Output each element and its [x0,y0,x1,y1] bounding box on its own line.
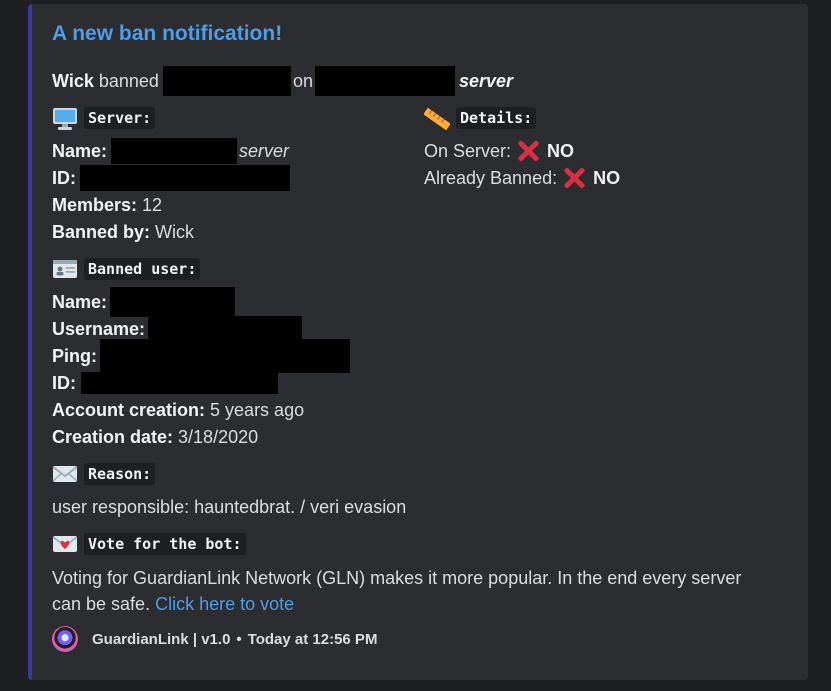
account-creation-value: 5 years ago [210,400,305,420]
redacted-ping [100,339,350,373]
redacted-banned-user-name [110,287,236,317]
server-heading: Server: [52,107,156,130]
banned-user-name-label: Name: [52,292,108,312]
embed-title: A new ban notification! [52,22,283,45]
banned-user-id-label: ID: [52,373,76,393]
vote-link[interactable]: Click here to vote [155,594,294,614]
members-label: Members: [52,195,138,215]
cross-mark-icon [561,165,587,191]
ban-notification-embed: A new ban notification! Wick banned on s… [28,4,808,680]
account-creation-label: Account creation: [52,400,206,420]
already-banned-value: NO [593,168,621,188]
banned-ping-label: Ping: [52,346,97,366]
creation-date-value: 3/18/2020 [178,427,259,447]
vote-paragraph: Voting for GuardianLink Network (GLN) ma… [52,565,772,617]
server-heading-label: Server: [84,107,156,129]
on-server-value: NO [547,141,575,161]
banned-user-id-row: ID: [52,370,278,396]
server-word: server [458,71,514,91]
banned-user-heading-label: Banned user: [84,258,201,280]
ruler-icon [423,107,451,131]
ban-verb: banned [98,71,159,91]
vote-heading-label: Vote for the bot: [84,533,246,555]
actor-name: Wick [52,71,94,91]
on-server-label: On Server: [424,141,512,161]
id-card-icon [52,258,78,280]
server-members-row: Members: 12 [52,192,162,218]
redacted-server-name [111,138,238,164]
envelope-icon [52,463,78,485]
cross-mark-icon [515,138,541,164]
banned-ping-row: Ping: [52,339,350,373]
redacted-server [314,66,455,96]
ban-summary-line: Wick banned on server [52,66,514,96]
banned-user-heading: Banned user: [52,258,201,280]
details-heading: Details: [423,107,537,131]
banned-by-label: Banned by: [52,222,151,242]
members-value: 12 [142,195,163,215]
server-name-row: Name: server [52,138,289,164]
banned-by-row: Banned by: Wick [52,219,194,245]
creation-date-label: Creation date: [52,427,174,447]
creation-date-row: Creation date: 3/18/2020 [52,424,258,450]
already-banned-label: Already Banned: [424,168,558,188]
reason-heading: Reason: [52,463,156,485]
redacted-server-id [80,165,290,191]
server-id-label: ID: [52,168,76,188]
footer-text: GuardianLink | v1.0 [92,630,231,648]
vote-heading: Vote for the bot: [52,533,246,555]
redacted-user-id [81,372,278,394]
details-heading-label: Details: [456,107,537,129]
bot-avatar [52,626,78,652]
banned-user-name-row: Name: [52,287,236,317]
account-creation-row: Account creation: 5 years ago [52,397,304,423]
desktop-computer-icon [52,107,78,130]
reason-heading-label: Reason: [84,463,156,485]
banned-by-value: Wick [155,222,195,242]
reason-text: user responsible: hauntedbrat. / veri ev… [52,497,407,517]
footer-timestamp: Today at 12:56 PM [247,630,378,648]
server-name-label: Name: [52,141,108,161]
already-banned-row: Already Banned: NO [424,165,620,191]
footer-separator: • [236,630,242,648]
ban-prep: on [292,71,313,91]
embed-footer: GuardianLink | v1.0 • Today at 12:56 PM [52,626,377,652]
server-name-suffix: server [239,141,290,161]
redacted-user [162,66,291,96]
on-server-row: On Server: NO [424,138,574,164]
server-id-row: ID: [52,165,290,191]
love-letter-icon [52,533,78,555]
